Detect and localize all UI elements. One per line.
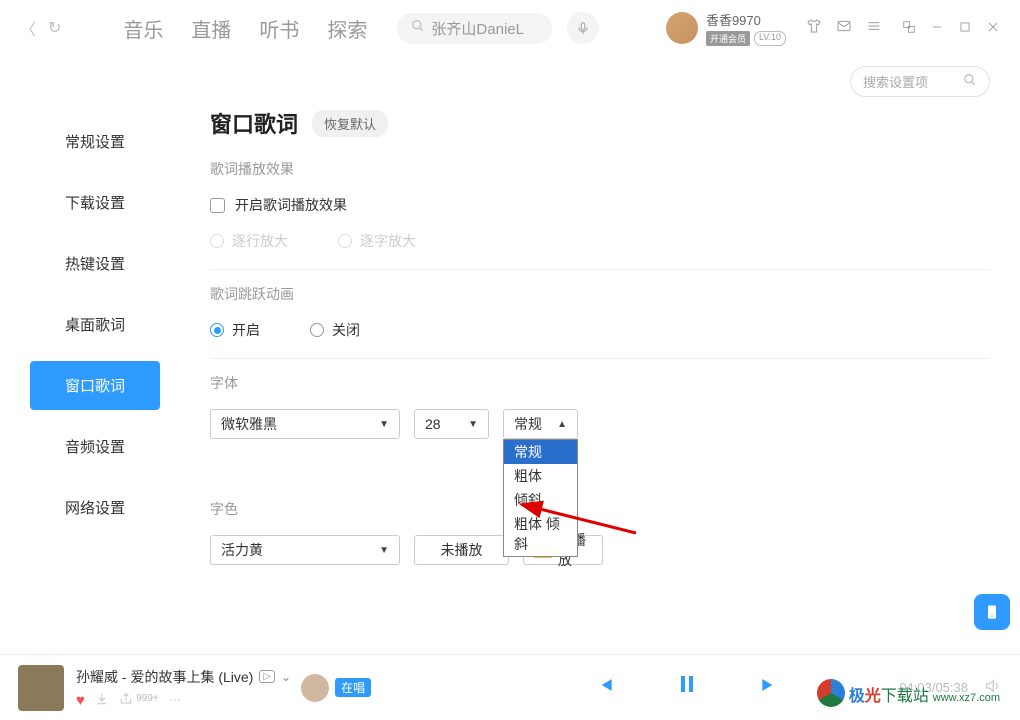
font-style-dropdown: 常规 粗体 倾斜 粗体 倾斜 — [503, 439, 578, 557]
share-count: 999+ — [136, 693, 159, 704]
divider — [210, 358, 990, 359]
feedback-button[interactable] — [974, 594, 1010, 630]
download-icon[interactable] — [95, 692, 109, 709]
close-icon[interactable] — [986, 20, 1000, 37]
voice-search-icon[interactable] — [567, 12, 599, 44]
mini-mode-icon[interactable] — [902, 20, 916, 37]
sidebar-item-network[interactable]: 网络设置 — [30, 483, 160, 532]
chevron-down-icon: ▼ — [468, 419, 478, 430]
nav-live[interactable]: 直播 — [191, 14, 231, 43]
track-title: 孙耀威 - 爱的故事上集 (Live) — [76, 667, 253, 687]
font-style-option-regular[interactable]: 常规 — [504, 440, 577, 464]
group-color: 字色 — [210, 499, 990, 519]
divider — [210, 269, 990, 270]
avatar — [666, 12, 698, 44]
nav-explore[interactable]: 探索 — [327, 14, 367, 43]
group-jump-anim: 歌词跳跃动画 — [210, 284, 990, 304]
nav-audiobook[interactable]: 听书 — [259, 14, 299, 43]
search-input[interactable]: 张齐山DanieL — [397, 13, 552, 44]
album-art[interactable] — [18, 665, 64, 711]
search-icon — [411, 19, 425, 37]
font-style-option-italic[interactable]: 倾斜 — [504, 488, 577, 512]
watermark: 极 光 下载站 www.xz7.com — [817, 673, 1000, 706]
watermark-logo-icon — [817, 679, 845, 707]
sidebar-item-general[interactable]: 常规设置 — [30, 117, 160, 166]
group-font: 字体 — [210, 373, 990, 393]
font-family-select[interactable]: 微软雅黑 ▼ — [210, 409, 400, 439]
more-icon[interactable]: ⋯ — [169, 693, 181, 707]
page-title: 窗口歌词 — [210, 107, 298, 139]
prev-track-icon[interactable] — [595, 675, 615, 701]
next-track-icon[interactable] — [759, 675, 779, 701]
enable-effect-checkbox[interactable] — [210, 198, 225, 213]
search-icon — [963, 73, 977, 90]
sidebar-item-window-lyrics[interactable]: 窗口歌词 — [30, 361, 160, 410]
chevron-down-icon[interactable]: ⌄ — [281, 670, 291, 684]
mail-icon[interactable] — [836, 18, 852, 38]
mv-icon[interactable]: ▷ — [259, 670, 275, 683]
font-size-select[interactable]: 28 ▼ — [414, 409, 489, 439]
chevron-down-icon: ▼ — [379, 419, 389, 430]
user-block[interactable]: 香香9970 开通会员 LV.10 — [666, 10, 786, 46]
font-color-select[interactable]: 活力黄 ▼ — [210, 535, 400, 565]
search-placeholder: 张齐山DanieL — [431, 18, 524, 39]
sidebar-item-hotkey[interactable]: 热键设置 — [30, 239, 160, 288]
sidebar-item-audio[interactable]: 音频设置 — [30, 422, 160, 471]
radio-line-zoom: 逐行放大 — [210, 231, 288, 251]
chevron-down-icon: ▼ — [379, 545, 389, 556]
search-settings-placeholder: 搜索设置项 — [863, 72, 928, 91]
share-icon[interactable]: 999+ — [119, 692, 159, 709]
level-badge: LV.10 — [754, 31, 786, 46]
nav-music[interactable]: 音乐 — [123, 14, 163, 43]
font-style-select[interactable]: 常规 ▲ 常规 粗体 倾斜 粗体 倾斜 — [503, 409, 578, 439]
search-settings-input[interactable]: 搜索设置项 — [850, 66, 990, 97]
enable-effect-label: 开启歌词播放效果 — [235, 195, 347, 215]
minimize-icon[interactable] — [930, 20, 944, 37]
font-style-option-bold-italic[interactable]: 粗体 倾斜 — [504, 512, 577, 556]
shirt-icon[interactable] — [806, 18, 822, 38]
font-style-option-bold[interactable]: 粗体 — [504, 464, 577, 488]
notplayed-swatch[interactable]: 未播放 — [414, 535, 509, 565]
sidebar-item-desktop-lyrics[interactable]: 桌面歌词 — [30, 300, 160, 349]
back-icon[interactable]: 〈 — [20, 16, 36, 40]
vip-badge: 开通会员 — [706, 31, 750, 46]
maximize-icon[interactable] — [958, 20, 972, 37]
sidebar-item-download[interactable]: 下载设置 — [30, 178, 160, 227]
radio-anim-off[interactable]: 关闭 — [310, 320, 360, 340]
menu-icon[interactable] — [866, 18, 882, 38]
singer-badge[interactable]: 在唱 — [335, 678, 371, 697]
pause-icon[interactable] — [675, 672, 699, 703]
singer-avatar[interactable] — [301, 674, 329, 702]
radio-char-zoom: 逐字放大 — [338, 231, 416, 251]
user-name: 香香9970 — [706, 10, 786, 29]
group-play-effect: 歌词播放效果 — [210, 159, 990, 179]
refresh-icon[interactable]: ↻ — [48, 18, 61, 38]
like-icon[interactable]: ♥ — [76, 692, 85, 709]
reset-defaults-button[interactable]: 恢复默认 — [312, 110, 388, 137]
chevron-up-icon: ▲ — [557, 419, 567, 430]
radio-anim-on[interactable]: 开启 — [210, 320, 260, 340]
